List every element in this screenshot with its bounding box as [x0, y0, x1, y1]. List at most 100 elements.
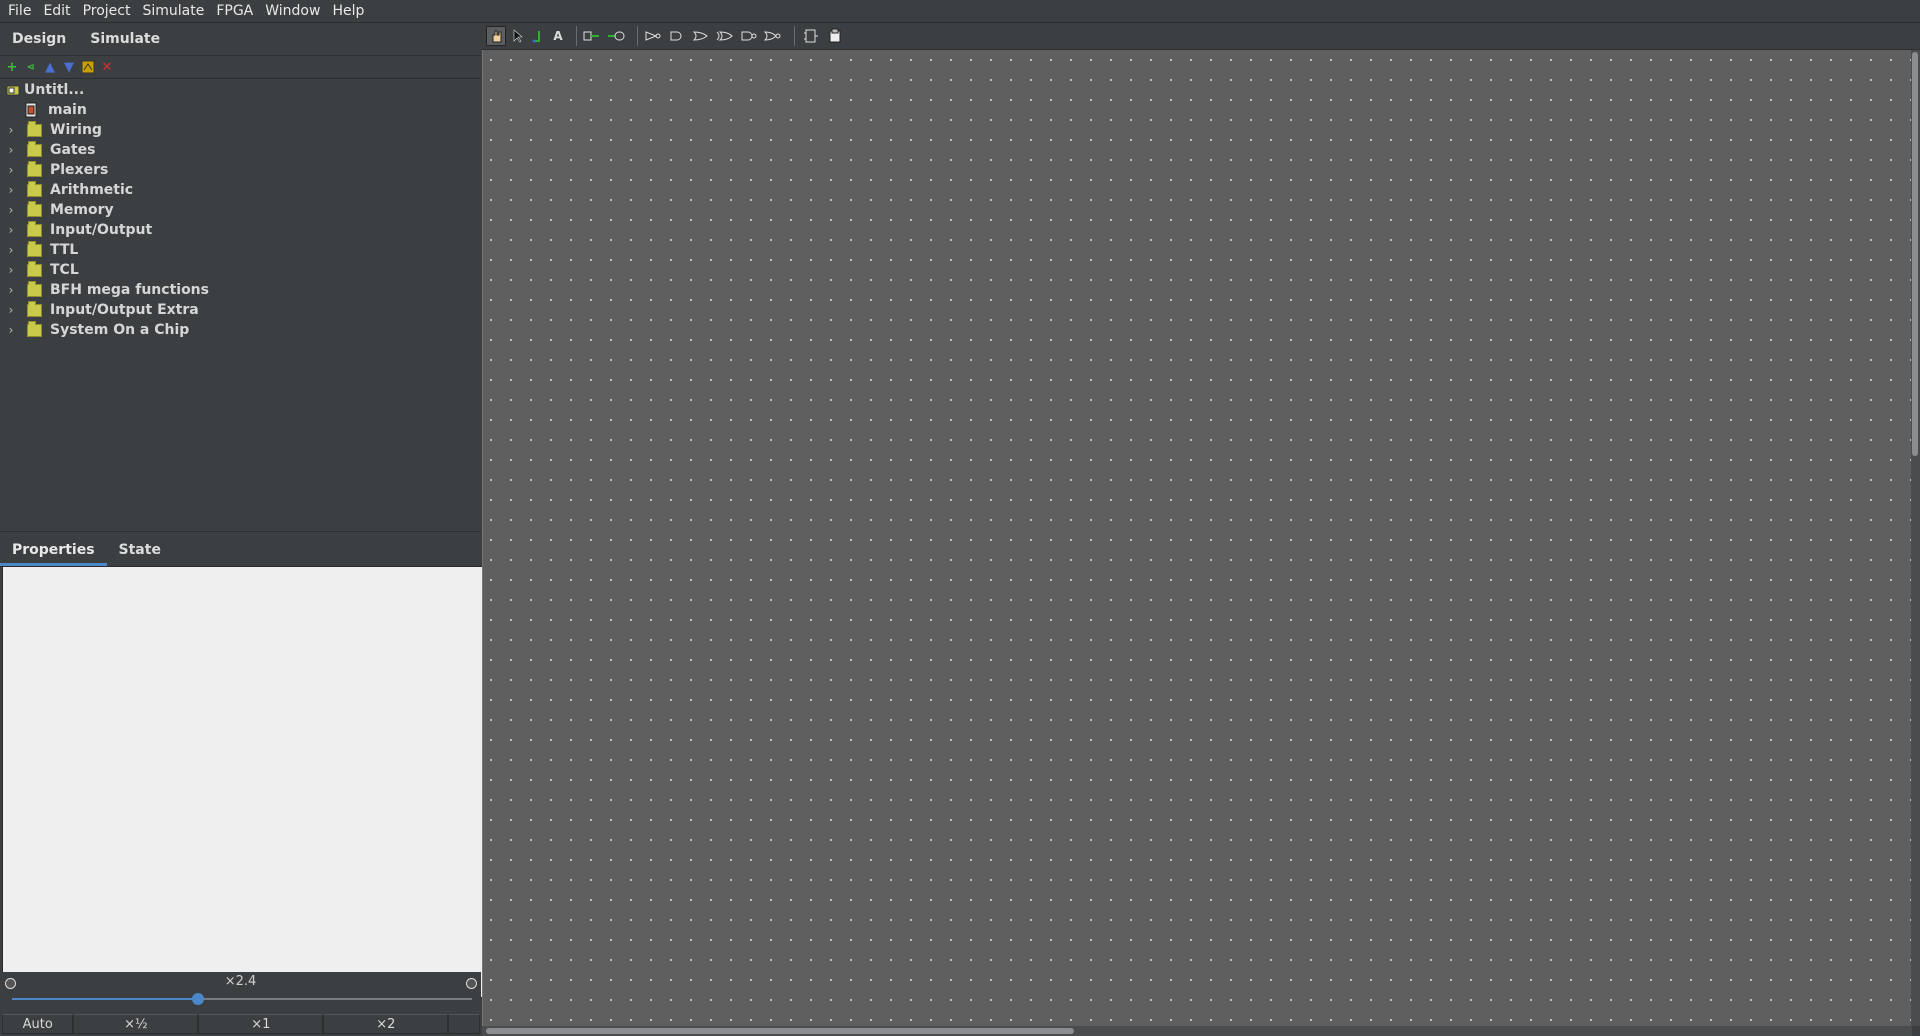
- input-pin-icon[interactable]: [583, 27, 603, 45]
- menu-help[interactable]: Help: [326, 0, 370, 22]
- zoom-label: ×2.4: [224, 974, 257, 989]
- chevron-right-icon[interactable]: ›: [4, 183, 18, 197]
- zoom-one-button[interactable]: ×1: [198, 1014, 324, 1034]
- hand-tool-icon[interactable]: [486, 26, 506, 46]
- nor-gate-icon[interactable]: [764, 27, 784, 45]
- menu-fpga[interactable]: FPGA: [210, 0, 259, 22]
- zoom-fit-button[interactable]: [448, 1014, 481, 1034]
- chevron-right-icon[interactable]: ›: [4, 223, 18, 237]
- folder-icon: [27, 280, 42, 297]
- toolbar-separator: [794, 26, 795, 46]
- tree-library-gates[interactable]: › Gates: [0, 140, 95, 160]
- chevron-right-icon[interactable]: ›: [4, 283, 18, 297]
- folder-icon: [27, 220, 42, 237]
- chevron-right-icon[interactable]: ›: [4, 243, 18, 257]
- folder-icon: [27, 240, 42, 257]
- menu-file[interactable]: File: [0, 0, 37, 22]
- tab-simulate[interactable]: Simulate: [78, 31, 172, 55]
- add-circuit-icon[interactable]: +: [4, 59, 20, 75]
- menu-window[interactable]: Window: [259, 0, 326, 22]
- toolbar-separator: [637, 26, 638, 46]
- menu-bar: File Edit Project Simulate FPGA Window H…: [0, 0, 1920, 23]
- zoom-auto-button[interactable]: Auto: [2, 1014, 74, 1034]
- chevron-right-icon[interactable]: ›: [4, 263, 18, 277]
- tree-library-soc[interactable]: › System On a Chip: [0, 320, 189, 340]
- zoom-half-button[interactable]: ×½: [73, 1014, 199, 1034]
- chevron-right-icon[interactable]: ›: [4, 303, 18, 317]
- tab-properties[interactable]: Properties: [0, 542, 107, 566]
- subcircuit-icon[interactable]: [801, 27, 821, 45]
- tab-design[interactable]: Design: [0, 31, 78, 55]
- folder-icon: [27, 200, 42, 217]
- tree-library-input-output[interactable]: › Input/Output: [0, 220, 152, 240]
- chevron-right-icon[interactable]: ›: [4, 323, 18, 337]
- library-label: Input/Output: [50, 222, 153, 238]
- tree-project-label: Untitl...: [24, 82, 85, 98]
- library-label: TCL: [50, 262, 79, 278]
- folder-icon: [27, 300, 42, 317]
- text-tool-icon[interactable]: A: [550, 27, 566, 45]
- wire-tool-icon[interactable]: [530, 27, 546, 45]
- tab-state[interactable]: State: [107, 542, 173, 566]
- library-label: TTL: [50, 242, 79, 258]
- library-label: Plexers: [50, 162, 109, 178]
- folder-icon: [27, 140, 42, 157]
- tree-library-plexers[interactable]: › Plexers: [0, 160, 108, 180]
- not-gate-icon[interactable]: [644, 27, 664, 45]
- tree-library-io-extra[interactable]: › Input/Output Extra: [0, 300, 199, 320]
- tree-circuit-main[interactable]: main: [24, 100, 87, 120]
- folder-icon: [27, 120, 42, 137]
- design-tabbar: Design Simulate: [0, 23, 481, 56]
- chevron-right-icon[interactable]: ›: [4, 143, 18, 157]
- library-label: Wiring: [50, 122, 102, 138]
- add-vhdl-icon[interactable]: ⋖: [23, 59, 39, 75]
- library-label: Memory: [50, 202, 114, 218]
- tree-project[interactable]: Untitl...: [0, 80, 84, 100]
- tree-toolbar: + ⋖ ▲ ▼ ✕: [0, 56, 481, 79]
- move-up-icon[interactable]: ▲: [42, 59, 58, 75]
- folder-icon: [27, 180, 42, 197]
- canvas-toolbar: A: [482, 23, 1920, 50]
- zoom-slider-fill: [12, 998, 198, 1000]
- appearance-icon[interactable]: [80, 59, 96, 75]
- tree-library-arithmetic[interactable]: › Arithmetic: [0, 180, 133, 200]
- chip-appearance-icon[interactable]: [825, 27, 845, 45]
- menu-project[interactable]: Project: [77, 0, 137, 22]
- properties-table: [2, 566, 483, 998]
- toolbar-separator: [576, 26, 577, 46]
- zoom-two-button[interactable]: ×2: [323, 1014, 449, 1034]
- tree-library-wiring[interactable]: › Wiring: [0, 120, 102, 140]
- chevron-right-icon[interactable]: ›: [4, 163, 18, 177]
- or-gate-icon[interactable]: [692, 27, 712, 45]
- and-gate-icon[interactable]: [668, 27, 688, 45]
- tree-library-memory[interactable]: › Memory: [0, 200, 114, 220]
- library-label: Input/Output Extra: [50, 302, 199, 318]
- tree-library-tcl[interactable]: › TCL: [0, 260, 79, 280]
- folder-icon: [27, 320, 42, 337]
- chevron-right-icon[interactable]: ›: [4, 203, 18, 217]
- nand-gate-icon[interactable]: [740, 27, 760, 45]
- chevron-right-icon[interactable]: ›: [4, 123, 18, 137]
- tree-circuit-label: main: [48, 102, 87, 118]
- move-down-icon[interactable]: ▼: [61, 59, 77, 75]
- menu-edit[interactable]: Edit: [37, 0, 76, 22]
- properties-tabbar: Properties State: [0, 531, 481, 567]
- left-panel: Design Simulate + ⋖ ▲ ▼ ✕ Untitl... main…: [0, 23, 483, 1036]
- output-pin-icon[interactable]: [607, 27, 627, 45]
- library-label: System On a Chip: [50, 322, 190, 338]
- menu-simulate[interactable]: Simulate: [136, 0, 210, 22]
- zoom-control: ×2.4 Auto ×½ ×1 ×2: [0, 972, 481, 1036]
- horizontal-scrollbar-thumb[interactable]: [486, 1028, 1074, 1034]
- tree-library-bfh[interactable]: › BFH mega functions: [0, 280, 209, 300]
- circuit-canvas[interactable]: [482, 50, 1913, 1026]
- vertical-scrollbar-thumb[interactable]: [1912, 52, 1918, 456]
- zoom-slider-knob[interactable]: [192, 993, 204, 1005]
- zoom-in-icon[interactable]: [466, 978, 477, 989]
- tree-library-ttl[interactable]: › TTL: [0, 240, 78, 260]
- circuit-icon: [25, 102, 37, 118]
- folder-icon: [27, 260, 42, 277]
- xor-gate-icon[interactable]: [716, 27, 736, 45]
- select-tool-icon[interactable]: [510, 27, 526, 45]
- delete-icon[interactable]: ✕: [99, 59, 115, 75]
- folder-icon: [27, 160, 42, 177]
